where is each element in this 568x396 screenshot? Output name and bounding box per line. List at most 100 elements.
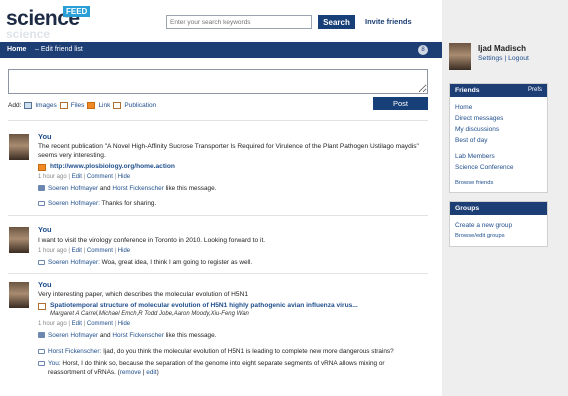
likes-suffix: like this message.	[165, 332, 217, 339]
friends-panel-header: Friends Prefs	[450, 84, 547, 97]
friends-nav-home[interactable]: Home	[450, 102, 547, 113]
groups-panel-title: Groups	[455, 205, 480, 212]
comment-author[interactable]: Soeren Hofmayer:	[48, 259, 100, 266]
avatar[interactable]	[9, 134, 29, 160]
comment-text: Horst, I do think so, because the separa…	[62, 360, 385, 367]
thumbs-up-icon	[38, 332, 45, 339]
comment-text: Thanks for sharing.	[101, 200, 157, 207]
comment: You: Horst, I do think so, because the s…	[38, 359, 385, 368]
likes-and: and	[99, 332, 111, 339]
hide-link[interactable]: Hide	[118, 321, 130, 327]
publication-icon	[113, 101, 122, 109]
edit-post-link[interactable]: Edit	[72, 248, 82, 254]
logo-feed-badge: FEED	[63, 6, 91, 17]
add-files-link[interactable]: Files	[71, 102, 85, 109]
add-publication-link[interactable]: Publication	[124, 102, 156, 109]
invite-friends-link[interactable]: Invite friends	[365, 17, 412, 26]
create-group-link[interactable]: Create a new group	[450, 220, 547, 231]
post-meta: 1 hour ago | Edit | Comment | Hide	[38, 248, 131, 254]
logo-reflection: science	[6, 27, 51, 41]
comment-icon	[38, 200, 45, 206]
link-icon	[38, 164, 46, 171]
comment-author[interactable]: Horst Fickenscher:	[48, 348, 101, 355]
comment: Soeren Hofmayer: Thanks for sharing.	[38, 199, 156, 208]
profile-name[interactable]: Ijad Madisch	[478, 44, 526, 53]
comment-icon	[38, 360, 45, 366]
link-icon	[87, 101, 96, 109]
top-nav-bar: Home – Edit friend list 8	[0, 42, 442, 58]
liker-name[interactable]: Horst Fickenscher	[112, 185, 164, 192]
add-images-link[interactable]: Images	[35, 102, 56, 109]
likes-line: Soeren Hofmayer and Horst Fickenscher li…	[38, 184, 216, 193]
post-meta: 1 hour ago | Edit | Comment | Hide	[38, 321, 131, 327]
post-time: 1 hour ago	[38, 174, 67, 180]
post-time: 1 hour ago	[38, 248, 67, 254]
post-button[interactable]: Post	[373, 97, 428, 110]
edit-post-link[interactable]: Edit	[72, 321, 82, 327]
files-icon	[59, 101, 68, 109]
comment-text: reassortment of vRNAs.	[48, 369, 116, 376]
groups-panel: Groups Create a new group Browse/edit gr…	[449, 201, 548, 247]
add-label: Add:	[8, 101, 22, 109]
attachment-row: Add: Images Files Link Publication	[8, 100, 156, 110]
post-text-line: The recent publication "A Novel High-Aff…	[38, 143, 419, 150]
browse-friends-link[interactable]: Browse friends	[450, 178, 547, 189]
images-icon	[24, 101, 33, 109]
friends-nav-my-discussions[interactable]: My discussions	[450, 124, 547, 135]
comment-link[interactable]: Comment	[87, 174, 113, 180]
likes-and: and	[99, 185, 111, 192]
post-link[interactable]: http://www.plosbiology.org/home.action	[50, 162, 175, 171]
status-composer-input[interactable]	[8, 69, 428, 94]
comment-link[interactable]: Comment	[87, 321, 113, 327]
logout-link[interactable]: Logout	[508, 55, 529, 62]
comment-text: Ijad, do you think the molecular evoluti…	[103, 348, 394, 355]
browse-groups-link[interactable]: Browse/edit groups	[450, 231, 547, 242]
liker-name[interactable]: Soeren Hofmayer	[48, 332, 98, 339]
home-link[interactable]: Home	[7, 46, 26, 53]
avatar[interactable]	[9, 282, 29, 308]
liker-name[interactable]: Horst Fickenscher	[112, 332, 164, 339]
post-author[interactable]: You	[38, 225, 52, 234]
comment-continuation: reassortment of vRNAs. (remove | edit)	[48, 369, 159, 376]
divider	[8, 273, 428, 274]
publication-authors: Margaret A Carrel,Michael Emch,R Todd Jo…	[50, 311, 249, 317]
search-input[interactable]	[166, 15, 312, 29]
profile-avatar[interactable]	[449, 43, 471, 70]
post-author[interactable]: You	[38, 280, 52, 289]
post-meta: 1 hour ago | Edit | Comment | Hide	[38, 174, 131, 180]
edit-post-link[interactable]: Edit	[72, 174, 82, 180]
post-text-line: seems very interesting.	[38, 152, 106, 159]
edit-comment-link[interactable]: edit	[146, 369, 156, 376]
notification-count-badge[interactable]: 8	[418, 45, 428, 55]
comment-link[interactable]: Comment	[87, 248, 113, 254]
post-time: 1 hour ago	[38, 321, 67, 327]
friends-nav-best-of-day[interactable]: Best of day	[450, 135, 547, 146]
hide-link[interactable]: Hide	[118, 248, 130, 254]
liker-name[interactable]: Soeren Hofmayer	[48, 185, 98, 192]
remove-comment-link[interactable]: remove	[120, 369, 141, 376]
groups-panel-header: Groups	[450, 202, 547, 215]
post-author[interactable]: You	[38, 132, 52, 141]
comment-text: Woa, great idea, I think I am going to r…	[101, 259, 253, 266]
divider	[8, 120, 428, 121]
avatar[interactable]	[9, 227, 29, 253]
hide-link[interactable]: Hide	[118, 174, 130, 180]
comment-author[interactable]: You:	[48, 360, 61, 367]
publication-title-link[interactable]: Spatiotemporal structure of molecular ev…	[50, 301, 358, 310]
search-button[interactable]: Search	[318, 15, 355, 29]
friends-nav-direct-messages[interactable]: Direct messages	[450, 113, 547, 124]
friends-group-science-conference[interactable]: Science Conference	[450, 162, 547, 173]
sciencefeed-logo[interactable]: science FEED science	[6, 4, 91, 41]
likes-suffix: like this message.	[165, 185, 217, 192]
add-link-link[interactable]: Link	[98, 102, 110, 109]
friends-group-lab-members[interactable]: Lab Members	[450, 151, 547, 162]
post-text-line: I want to visit the virology conference …	[38, 237, 266, 244]
friends-panel-title: Friends	[455, 87, 480, 94]
thumbs-up-icon	[38, 185, 45, 192]
edit-friend-list-link[interactable]: – Edit friend list	[35, 46, 83, 53]
settings-link[interactable]: Settings	[478, 55, 503, 62]
comment-author[interactable]: Soeren Hofmayer:	[48, 200, 100, 207]
prefs-link[interactable]: Prefs	[528, 87, 542, 93]
profile-links: Settings | Logout	[478, 55, 529, 62]
comment-icon	[38, 259, 45, 265]
